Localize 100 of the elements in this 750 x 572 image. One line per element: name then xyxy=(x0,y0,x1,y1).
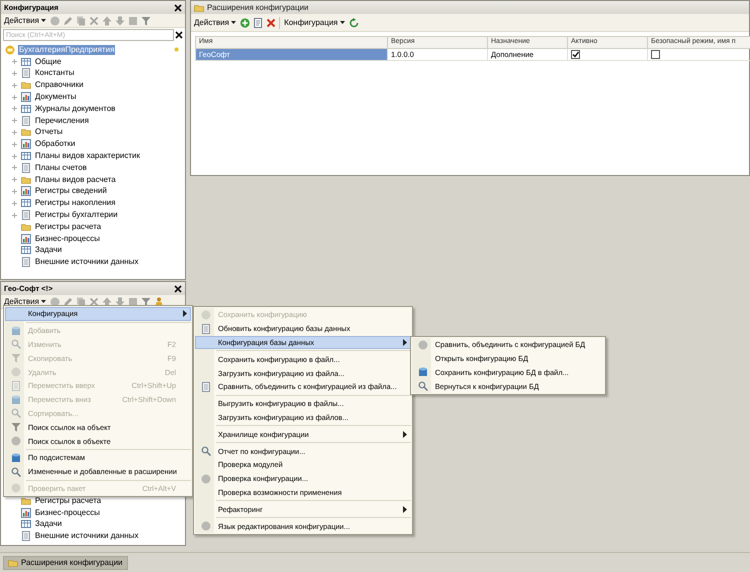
document-icon xyxy=(200,324,210,334)
up-arrow-icon[interactable] xyxy=(102,16,112,26)
tree-item[interactable]: Регистры накопления xyxy=(34,198,116,208)
table-icon xyxy=(21,151,31,162)
square-icon[interactable] xyxy=(128,296,138,306)
down-arrow-icon[interactable] xyxy=(115,16,126,26)
tree-item[interactable]: Планы видов расчета xyxy=(34,174,117,185)
copy-icon[interactable] xyxy=(76,16,86,26)
caret-icon xyxy=(340,21,345,24)
tree-item[interactable]: Планы видов характеристик xyxy=(34,151,141,162)
refresh-icon[interactable] xyxy=(348,18,359,28)
tree-item[interactable]: Справочники xyxy=(34,80,84,90)
caret-icon xyxy=(41,300,46,303)
tree-item[interactable]: Перечисления xyxy=(34,116,90,126)
cylinder-icon xyxy=(10,394,20,405)
circle-icon[interactable] xyxy=(50,16,60,26)
dot-icon xyxy=(174,47,179,52)
submenu-arrow-icon xyxy=(403,506,407,513)
folder-icon xyxy=(21,80,31,90)
folder-icon xyxy=(21,174,31,185)
tree-item[interactable]: Общие xyxy=(34,56,62,67)
filter-icon xyxy=(10,353,20,364)
tree-item[interactable]: Бизнес-процессы xyxy=(34,234,101,244)
circle-icon xyxy=(200,474,210,484)
down-arrow-icon[interactable] xyxy=(115,296,126,306)
tree-item[interactable]: Задачи xyxy=(34,245,63,256)
circle-icon xyxy=(418,340,428,350)
caret-icon xyxy=(231,21,236,24)
tree-item[interactable]: Константы xyxy=(34,68,76,78)
checkbox[interactable] xyxy=(571,50,580,59)
actions-button[interactable]: Действия xyxy=(3,15,48,26)
table-icon xyxy=(21,245,31,256)
search-icon xyxy=(10,466,20,477)
caret-icon xyxy=(41,19,46,22)
tree-item[interactable]: Задачи xyxy=(34,519,63,530)
chart-icon xyxy=(21,92,31,102)
expand-icon[interactable] xyxy=(11,70,18,77)
tree-item[interactable]: Обработки xyxy=(34,139,76,150)
tree-item[interactable]: Регистры расчета xyxy=(34,496,102,506)
folder-icon xyxy=(8,558,18,568)
sheet-icon[interactable] xyxy=(253,18,264,28)
circle-icon xyxy=(5,44,15,55)
cylinder-icon xyxy=(10,326,20,336)
tree-item[interactable]: Регистры бухгалтерии xyxy=(34,210,119,220)
search-icon xyxy=(200,446,210,456)
close-icon[interactable] xyxy=(174,4,182,12)
document-icon xyxy=(200,382,210,392)
delete-icon[interactable] xyxy=(266,18,276,28)
expand-icon[interactable] xyxy=(11,117,18,124)
tree-item[interactable]: Документы xyxy=(34,92,78,102)
chart-icon xyxy=(21,139,31,150)
tree-item[interactable]: Регистры расчета xyxy=(34,222,102,232)
submenu-arrow-icon xyxy=(183,310,187,318)
tree-item[interactable]: Регистры сведений xyxy=(34,186,108,196)
tree-item[interactable]: Внешние источники данных xyxy=(34,257,140,268)
tree-item[interactable]: Планы счетов xyxy=(34,162,88,173)
configuration-button[interactable]: Конфигурация xyxy=(283,17,346,28)
search-icon xyxy=(418,381,428,392)
taskbar-tab[interactable]: Расширения конфигурации xyxy=(3,556,128,570)
expand-icon[interactable] xyxy=(11,212,18,219)
close-icon[interactable] xyxy=(174,284,182,292)
tree-item[interactable]: Журналы документов xyxy=(34,104,116,114)
submenu-arrow-icon xyxy=(403,430,407,438)
circle-icon xyxy=(200,521,210,532)
check-icon xyxy=(572,50,579,58)
folder-icon xyxy=(21,222,31,232)
square-icon[interactable] xyxy=(128,16,138,26)
document-icon xyxy=(21,116,31,126)
expand-icon[interactable] xyxy=(11,188,18,195)
tree-item[interactable]: Бизнес-процессы xyxy=(34,508,101,518)
expand-icon[interactable] xyxy=(11,176,18,184)
tree-item[interactable]: Отчеты xyxy=(34,127,64,138)
expand-icon[interactable] xyxy=(11,164,18,172)
tree-item[interactable]: Внешние источники данных xyxy=(34,531,140,542)
cross-icon[interactable] xyxy=(89,296,100,306)
window-title: Расширения конфигурации xyxy=(207,2,310,14)
actions-button[interactable]: Действия xyxy=(3,296,48,307)
circle-icon xyxy=(200,310,210,320)
actions-button[interactable]: Действия xyxy=(193,17,238,28)
expand-icon[interactable] xyxy=(11,105,18,112)
table-icon xyxy=(21,56,31,67)
expand-icon[interactable] xyxy=(11,82,18,89)
cross-icon[interactable] xyxy=(89,16,100,26)
clear-icon[interactable] xyxy=(175,31,183,39)
expand-icon[interactable] xyxy=(11,128,18,136)
circle-icon xyxy=(10,483,20,494)
expand-icon[interactable] xyxy=(11,58,18,66)
search-icon xyxy=(10,408,20,418)
document-icon xyxy=(21,257,31,268)
circle-icon xyxy=(10,367,20,378)
expand-icon[interactable] xyxy=(11,152,18,160)
document-icon xyxy=(21,531,31,542)
add-icon[interactable] xyxy=(240,18,250,28)
table-icon xyxy=(21,198,31,208)
checkbox[interactable] xyxy=(651,50,660,59)
chart-icon xyxy=(21,186,31,196)
expand-icon[interactable] xyxy=(11,94,18,101)
expand-icon[interactable] xyxy=(11,200,18,207)
expand-icon[interactable] xyxy=(11,140,18,148)
folder-icon xyxy=(21,496,31,506)
